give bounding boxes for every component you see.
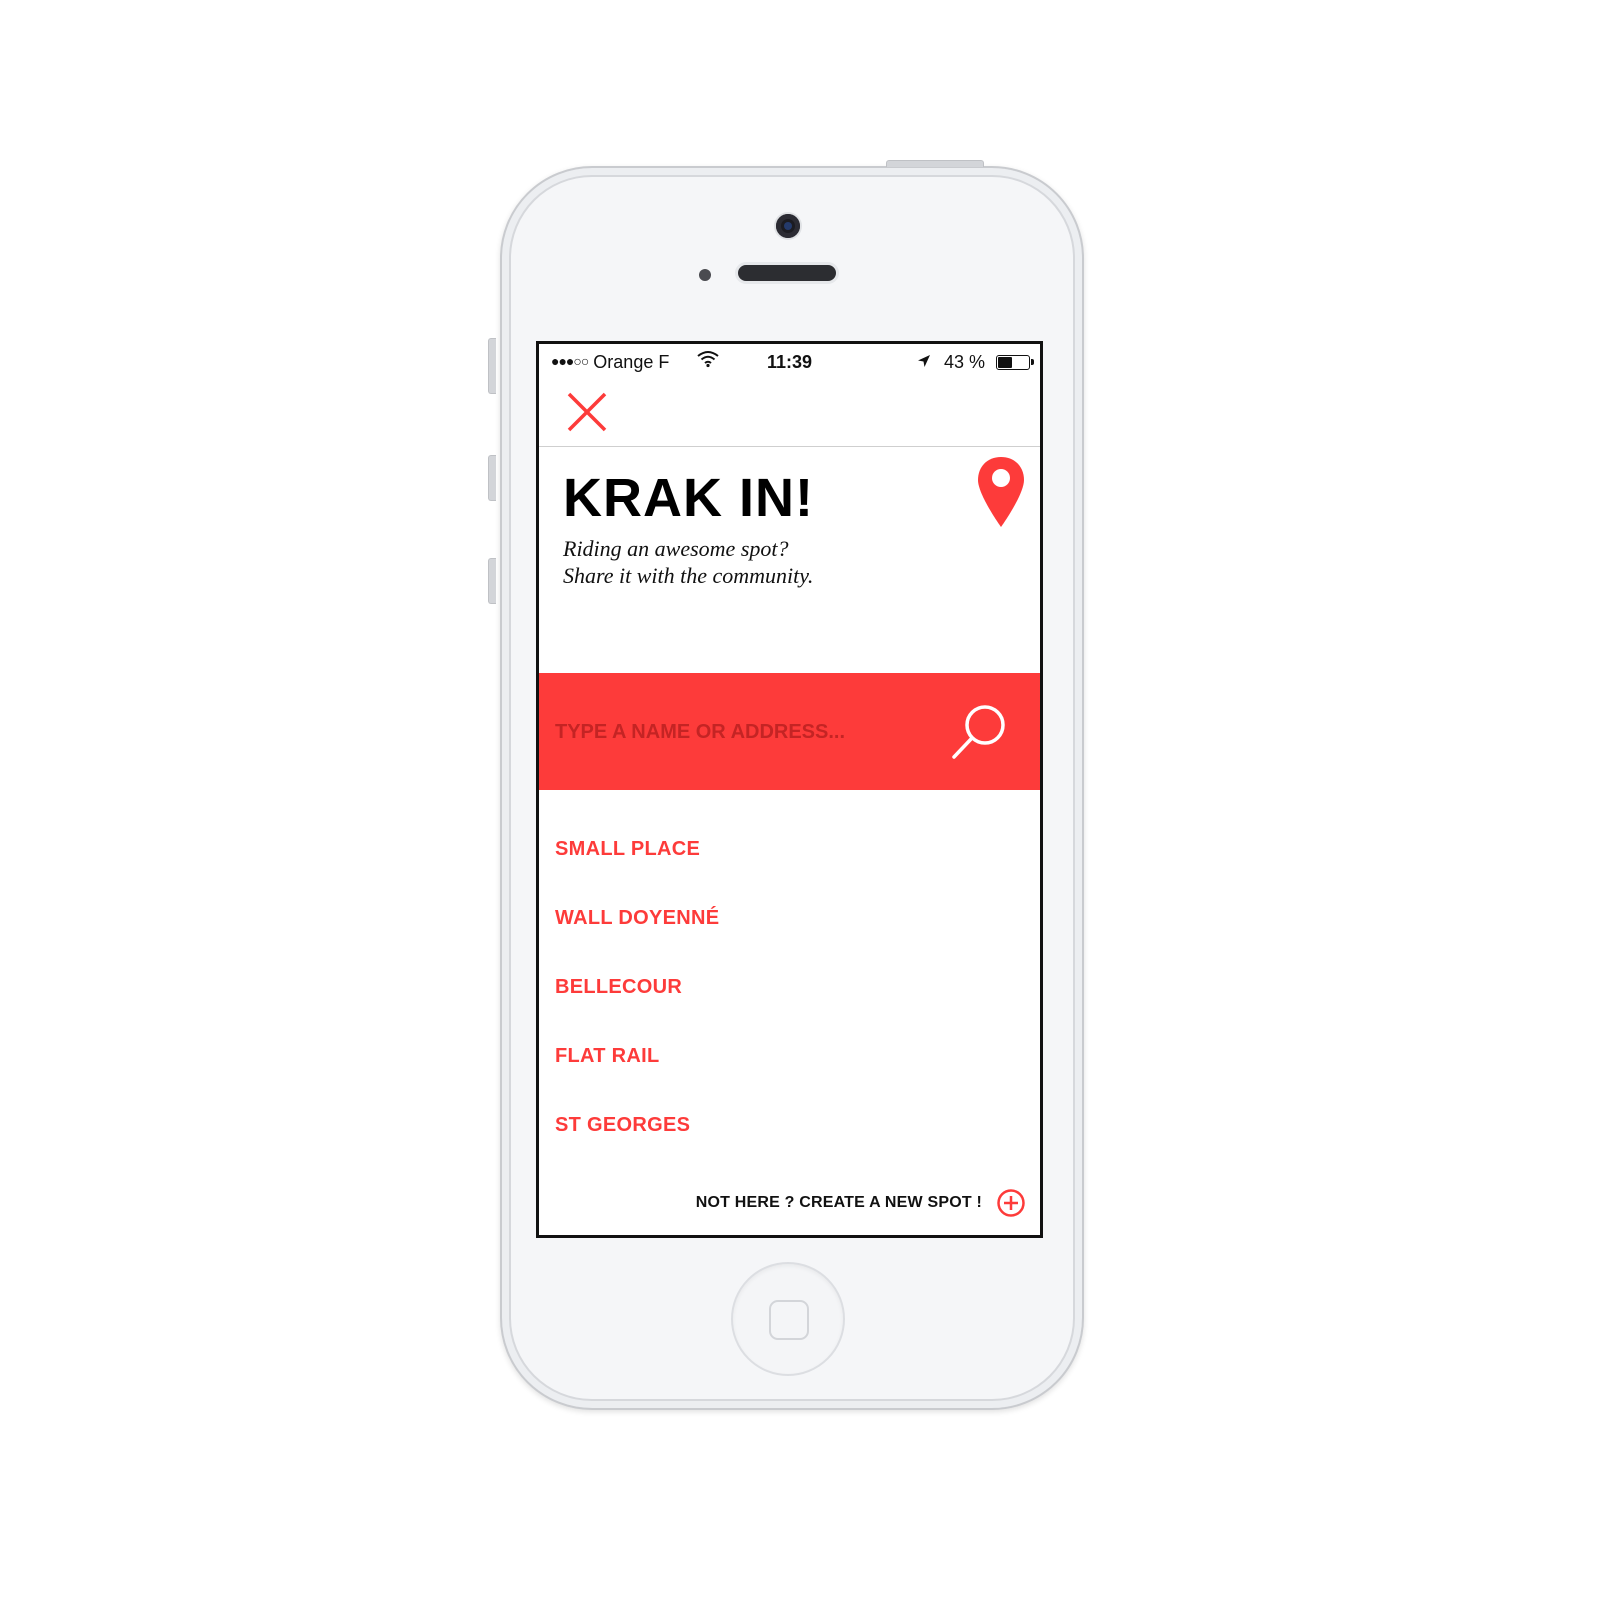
home-button[interactable] bbox=[731, 1262, 845, 1376]
spot-label: WALL DOYENNÉ bbox=[555, 907, 720, 929]
search-bar bbox=[539, 673, 1040, 790]
map-pin-icon bbox=[978, 457, 1024, 527]
list-item[interactable]: SMALL PLACE bbox=[539, 814, 1040, 883]
spot-label: BELLECOUR bbox=[555, 976, 683, 998]
list-item[interactable]: FLAT RAIL bbox=[539, 1021, 1040, 1090]
mute-switch bbox=[488, 338, 496, 394]
page-subtitle: Riding an awesome spot? Share it with th… bbox=[563, 535, 813, 589]
create-spot-button[interactable]: NOT HERE ? CREATE A NEW SPOT ! bbox=[696, 1188, 1026, 1218]
list-item[interactable]: ST GEORGES bbox=[539, 1090, 1040, 1159]
proximity-sensor bbox=[699, 269, 711, 281]
search-input[interactable] bbox=[553, 711, 937, 753]
earpiece-speaker bbox=[738, 265, 836, 281]
add-circle-icon[interactable] bbox=[996, 1188, 1026, 1218]
volume-down-button bbox=[488, 558, 496, 604]
spot-list: SMALL PLACE WALL DOYENNÉ BELLECOUR FLAT … bbox=[539, 814, 1040, 1159]
list-item[interactable]: WALL DOYENNÉ bbox=[539, 883, 1040, 952]
close-icon[interactable] bbox=[565, 390, 609, 434]
subtitle-line-1: Riding an awesome spot? bbox=[563, 536, 789, 561]
spot-label: SMALL PLACE bbox=[555, 838, 701, 860]
location-arrow-icon bbox=[917, 355, 930, 367]
hero-section: KRAK IN! Riding an awesome spot? Share i… bbox=[539, 447, 1040, 673]
list-item[interactable]: BELLECOUR bbox=[539, 952, 1040, 1021]
page-title: KRAK IN! bbox=[563, 468, 814, 528]
app-screen: ●●●○○ Orange F 11:39 43 % KRAK IN! Ridin… bbox=[536, 341, 1043, 1238]
search-icon[interactable] bbox=[949, 701, 1011, 763]
front-camera bbox=[776, 214, 800, 238]
volume-up-button bbox=[488, 455, 496, 501]
create-spot-label: NOT HERE ? CREATE A NEW SPOT ! bbox=[695, 1194, 982, 1211]
status-bar: ●●●○○ Orange F 11:39 43 % bbox=[539, 344, 1040, 380]
battery-icon bbox=[996, 355, 1034, 370]
battery-fill bbox=[998, 357, 1012, 368]
sleep-button bbox=[886, 160, 984, 167]
spot-label: FLAT RAIL bbox=[555, 1045, 660, 1067]
spot-label: ST GEORGES bbox=[555, 1114, 691, 1136]
home-button-icon bbox=[769, 1300, 809, 1340]
subtitle-line-2: Share it with the community. bbox=[563, 563, 814, 588]
top-bar bbox=[539, 380, 1040, 447]
battery-percent: 43 % bbox=[943, 352, 985, 372]
status-right: 43 % bbox=[917, 352, 1034, 373]
